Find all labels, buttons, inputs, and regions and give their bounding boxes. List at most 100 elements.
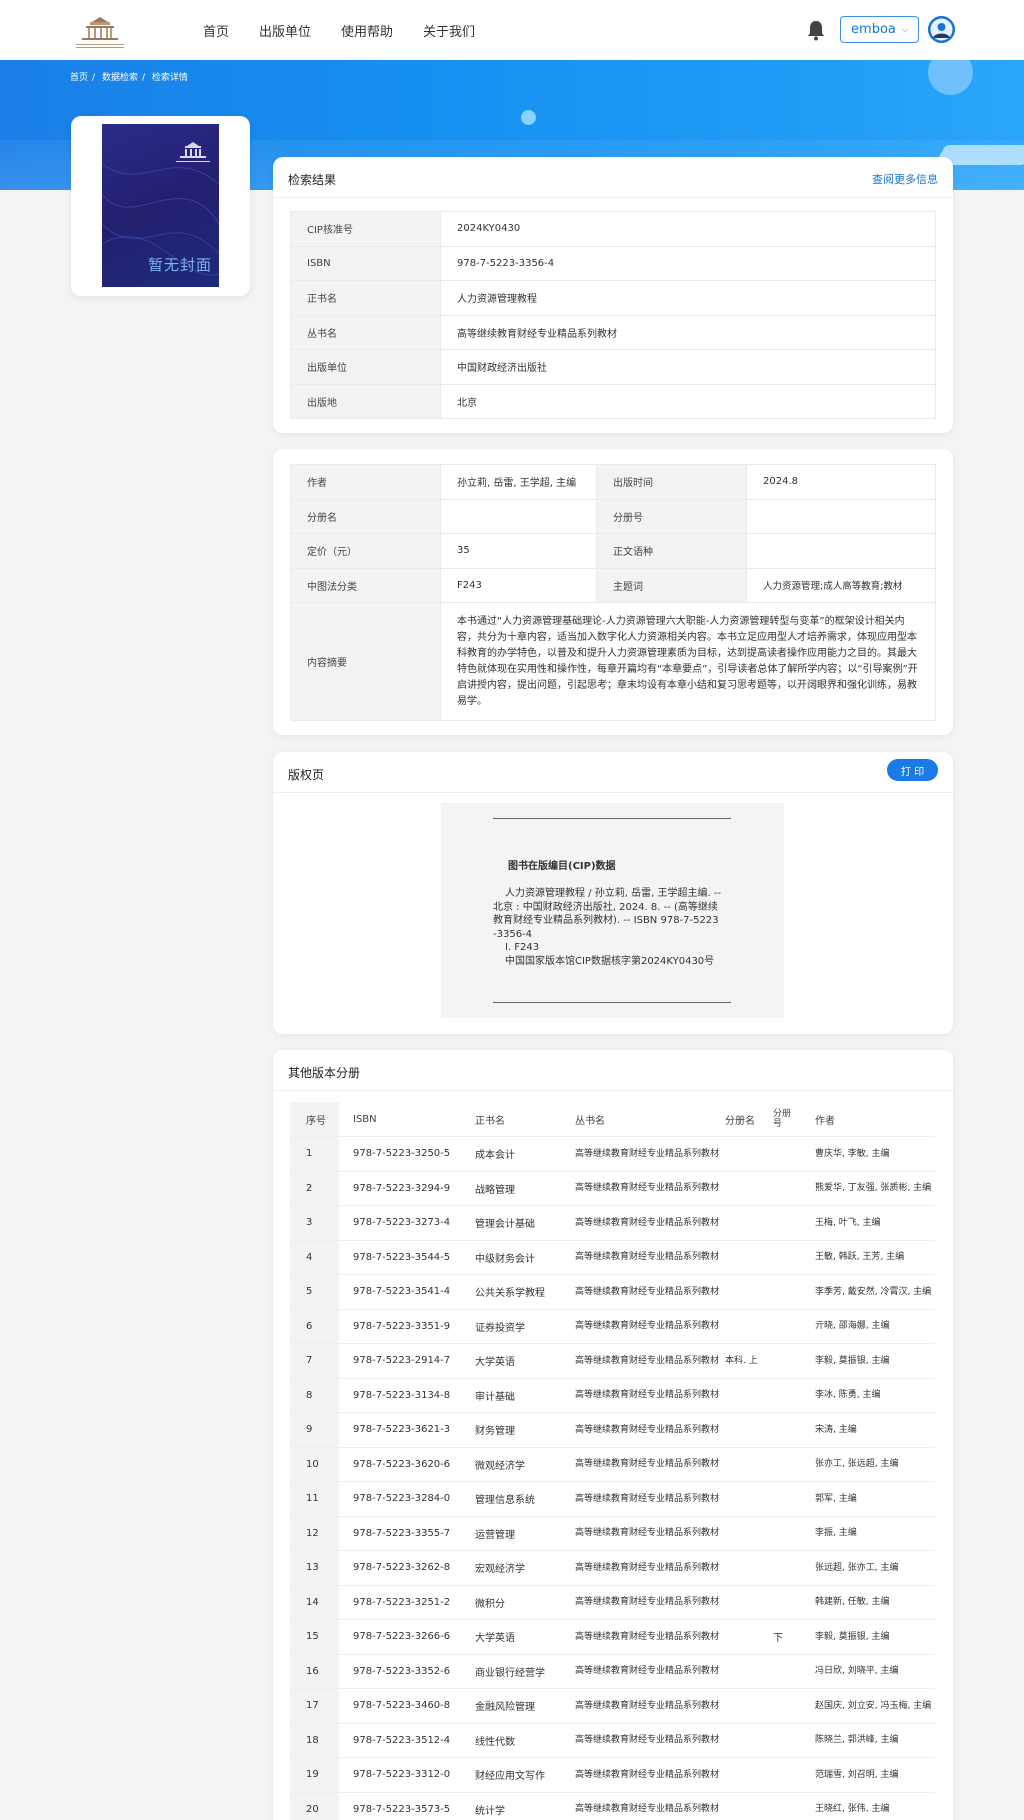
editions-title: 其他版本分册 [288, 1066, 361, 1080]
row-isbn: 978-7-5223-3262-8 [339, 1550, 475, 1586]
bell-icon[interactable] [806, 19, 826, 41]
row-series: 高等继续教育财经专业精品系列教材 [575, 1378, 725, 1413]
cip-box: 图书在版编目(CIP)数据 人力资源管理教程 / 孙立莉, 岳雷, 王学超主编.… [441, 803, 784, 1018]
user-menu-button[interactable]: emboa ⌵ [840, 16, 919, 43]
cover-logo-icon [176, 142, 210, 162]
banner-bubble [521, 110, 536, 125]
row-volume-number: 下 [773, 1619, 815, 1655]
row-volume-number [773, 1516, 815, 1551]
row-series: 高等继续教育财经专业精品系列教材 [575, 1619, 725, 1655]
print-button[interactable]: 打 印 [887, 759, 938, 781]
field-value: 2024KY0430 [440, 211, 936, 247]
table-row[interactable]: 5 978-7-5223-3541-4 公共关系学教程 高等继续教育财经专业精品系列教… [290, 1274, 935, 1310]
row-volume-number [773, 1688, 815, 1724]
row-title: 管理会计基础 [475, 1205, 575, 1241]
divider [273, 1090, 953, 1091]
row-isbn: 978-7-5223-3284-0 [339, 1481, 475, 1517]
row-number: 8 [290, 1378, 339, 1413]
row-isbn: 978-7-5223-3273-4 [339, 1205, 475, 1241]
nav-home[interactable]: 首页 [203, 21, 229, 40]
row-volume-name [725, 1136, 773, 1172]
row-volume-number [773, 1654, 815, 1689]
row-volume-name [725, 1205, 773, 1241]
nav-publishers[interactable]: 出版单位 [259, 21, 311, 40]
row-series: 高等继续教育财经专业精品系列教材 [575, 1171, 725, 1206]
row-volume-name [725, 1309, 773, 1344]
table-row[interactable]: 18 978-7-5223-3512-4 线性代数 高等继续教育财经专业精品系列教材 陈… [290, 1723, 935, 1758]
table-row[interactable]: 14 978-7-5223-3251-2 微积分 高等继续教育财经专业精品系列教材 韩建… [290, 1585, 935, 1620]
row-volume-name [725, 1412, 773, 1448]
chevron-down-icon: ⌵ [901, 24, 908, 34]
username-label: emboa [851, 22, 896, 37]
cip-line: Ⅰ. F243 [505, 942, 540, 953]
row-series: 高等继续教育财经专业精品系列教材 [575, 1240, 725, 1275]
row-volume-number [773, 1481, 815, 1517]
table-row[interactable]: 10 978-7-5223-3620-6 微观经济学 高等继续教育财经专业精品系列教材… [290, 1447, 935, 1482]
row-volume-number [773, 1205, 815, 1241]
table-row[interactable]: 1 978-7-5223-3250-5 成本会计 高等继续教育财经专业精品系列教材 曹庆… [290, 1136, 935, 1172]
row-number: 9 [290, 1412, 339, 1448]
copyright-title: 版权页 [288, 768, 325, 782]
row-number: 7 [290, 1343, 339, 1379]
library-logo-icon[interactable] [70, 14, 130, 50]
table-row[interactable]: 3 978-7-5223-3273-4 管理会计基础 高等继续教育财经专业精品系列教材… [290, 1205, 935, 1241]
row-title: 商业银行经营学 [475, 1654, 575, 1689]
result-title: 检索结果 [288, 173, 337, 187]
table-row[interactable]: 7 978-7-5223-2914-7 大学英语 高等继续教育财经专业精品系列教材 本科… [290, 1343, 935, 1379]
row-volume-number [773, 1792, 815, 1820]
table-row[interactable]: 9 978-7-5223-3621-3 财务管理 高等继续教育财经专业精品系列教材 宋涛… [290, 1412, 935, 1448]
divider [273, 197, 953, 198]
row-isbn: 978-7-5223-3460-8 [339, 1688, 475, 1724]
col-header: 作者 [815, 1102, 935, 1137]
table-row[interactable]: 19 978-7-5223-3312-0 财经应用文写作 高等继续教育财经专业精品系列… [290, 1757, 935, 1793]
table-row[interactable]: 20 978-7-5223-3573-5 统计学 高等继续教育财经专业精品系列教材 王晓… [290, 1792, 935, 1820]
table-row[interactable]: 13 978-7-5223-3262-8 宏观经济学 高等继续教育财经专业精品系列教材… [290, 1550, 935, 1586]
row-volume-name [725, 1619, 773, 1655]
row-isbn: 978-7-5223-2914-7 [339, 1343, 475, 1379]
more-info-link[interactable]: 查阅更多信息 [872, 171, 938, 187]
editions-body: 1 978-7-5223-3250-5 成本会计 高等继续教育财经专业精品系列教材 曹庆… [290, 1136, 935, 1820]
row-volume-number [773, 1412, 815, 1448]
row-title: 成本会计 [475, 1136, 575, 1172]
breadcrumb: 首页 / 数据检索 / 检索详情 [70, 73, 188, 83]
table-row[interactable]: 12 978-7-5223-3355-7 运营管理 高等继续教育财经专业精品系列教材 李… [290, 1516, 935, 1551]
table-row[interactable]: 16 978-7-5223-3352-6 商业银行经营学 高等继续教育财经专业精品系列… [290, 1654, 935, 1689]
table-row[interactable]: 15 978-7-5223-3266-6 大学英语 高等继续教育财经专业精品系列教材 下… [290, 1619, 935, 1655]
nav-help[interactable]: 使用帮助 [341, 21, 393, 40]
field-label: 作者 [290, 464, 441, 500]
row-isbn: 978-7-5223-3294-9 [339, 1171, 475, 1206]
table-row[interactable]: 2 978-7-5223-3294-9 战略管理 高等继续教育财经专业精品系列教材 熊爱… [290, 1171, 935, 1206]
breadcrumb-search[interactable]: 数据检索 [102, 73, 138, 83]
field-label: 分册号 [596, 498, 747, 534]
table-row[interactable]: 17 978-7-5223-3460-8 金融风险管理 高等继续教育财经专业精品系列教… [290, 1688, 935, 1724]
row-author: 王敏, 韩跃, 王芳, 主编 [815, 1240, 935, 1275]
row-title: 审计基础 [475, 1378, 575, 1413]
table-row[interactable]: 8 978-7-5223-3134-8 审计基础 高等继续教育财经专业精品系列教材 李冰… [290, 1378, 935, 1413]
row-number: 15 [290, 1619, 339, 1655]
row-series: 高等继续教育财经专业精品系列教材 [575, 1550, 725, 1586]
row-title: 线性代数 [475, 1723, 575, 1758]
breadcrumb-home[interactable]: 首页 [70, 73, 88, 83]
table-row[interactable]: 4 978-7-5223-3544-5 中级财务会计 高等继续教育财经专业精品系列教材… [290, 1240, 935, 1275]
table-row[interactable]: 6 978-7-5223-3351-9 证券投资学 高等继续教育财经专业精品系列教材 亓… [290, 1309, 935, 1344]
row-series: 高等继续教育财经专业精品系列教材 [575, 1205, 725, 1241]
row-isbn: 978-7-5223-3544-5 [339, 1240, 475, 1275]
field-value: 978-7-5223-3356-4 [440, 245, 936, 281]
avatar-icon[interactable] [928, 16, 955, 43]
table-row[interactable]: 11 978-7-5223-3284-0 管理信息系统 高等继续教育财经专业精品系列教… [290, 1481, 935, 1517]
table-header-row: 序号 ISBN 正书名 丛书名 分册名 分册号 作者 [290, 1102, 935, 1137]
field-value: 人力资源管理教程 [440, 280, 936, 316]
row-volume-number [773, 1240, 815, 1275]
row-author: 郭军, 主编 [815, 1481, 935, 1517]
field-label: 正文语种 [596, 533, 747, 569]
row-volume-name [725, 1447, 773, 1482]
row-author: 陈晓兰, 郭洪峰, 主编 [815, 1723, 935, 1758]
book-cover: 暂无封面 [102, 124, 219, 287]
cip-line: -3356-4 [493, 928, 533, 940]
top-header: 首页 出版单位 使用帮助 关于我们 emboa ⌵ [0, 0, 1024, 60]
nav-about[interactable]: 关于我们 [423, 21, 475, 40]
detail-table: 作者 孙立莉, 岳雷, 王学超, 主编 出版时间 2024.8 分册名 分册号 … [290, 464, 936, 721]
row-volume-number [773, 1309, 815, 1344]
row-number: 19 [290, 1757, 339, 1793]
row-author: 王晓红, 张伟, 主编 [815, 1792, 935, 1820]
